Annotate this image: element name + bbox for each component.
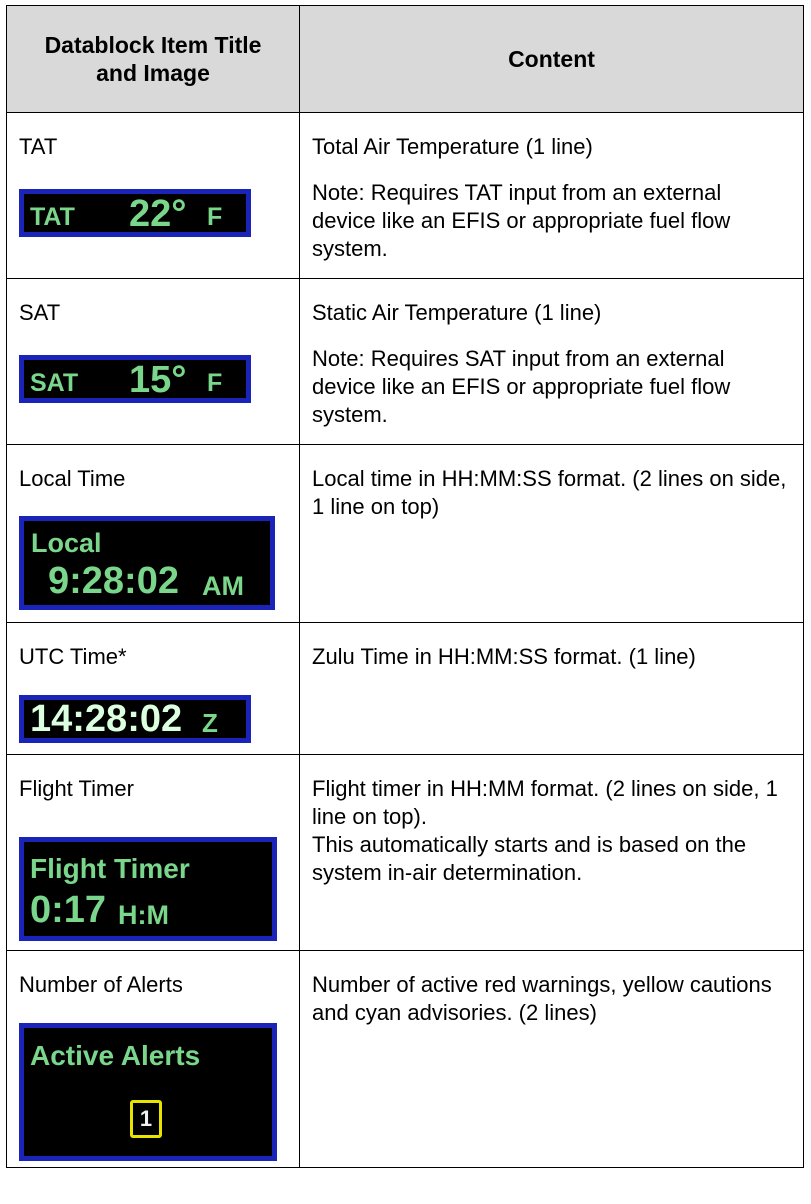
item-cell: Number of Alerts Active Alerts 1 (6, 950, 300, 1168)
item-title: TAT (19, 134, 58, 159)
table-row: Number of Alerts Active Alerts 1 Number … (6, 950, 804, 1168)
content-cell: Local time in HH:MM:SS format. (2 lines … (299, 444, 804, 623)
item-title: UTC Time* (19, 644, 127, 669)
sat-value: 15° (129, 359, 187, 401)
item-content: Number of active red warnings, yellow ca… (312, 972, 772, 1025)
item-cell: Local Time Local 9:28:02 AM (6, 444, 300, 623)
local-unit: AM (202, 571, 244, 601)
sat-display: SAT 15° F (19, 355, 251, 403)
datablock-table: Datablock Item Title and Image Content T… (6, 5, 804, 1168)
item-note: Note: Requires SAT input from an externa… (312, 346, 731, 427)
header-row: Datablock Item Title and Image Content (6, 5, 804, 113)
tat-display: TAT 22° F (19, 189, 251, 237)
item-title: Local Time (19, 466, 126, 491)
alert-count: 1 (139, 1106, 153, 1131)
utc-value: 14:28:02 (30, 698, 183, 740)
content-cell: Total Air Temperature (1 line) Note: Req… (299, 112, 804, 279)
table-row: Local Time Local 9:28:02 AM Local time i… (6, 444, 804, 623)
table-row: TAT TAT 22° F Total Air Temperature (1 l… (6, 112, 804, 279)
alert-count-badge: 1 (130, 1100, 162, 1138)
local-time-display: Local 9:28:02 AM (19, 516, 275, 610)
table-row: UTC Time* 14:28:02 Z Zulu Time in HH:MM:… (6, 622, 804, 755)
tat-unit: F (207, 203, 223, 231)
item-content: Total Air Temperature (1 line) (312, 134, 593, 159)
flight-timer-value: 0:17 (30, 889, 107, 931)
header-title-image: Datablock Item Title and Image (6, 5, 300, 113)
item-cell: TAT TAT 22° F (6, 112, 300, 279)
item-title: Number of Alerts (19, 972, 183, 997)
content-cell: Zulu Time in HH:MM:SS format. (1 line) (299, 622, 804, 755)
content-cell: Flight timer in HH:MM format. (2 lines o… (299, 754, 804, 951)
flight-timer-unit: H:M (118, 900, 169, 930)
item-title: SAT (19, 300, 61, 325)
content-cell: Static Air Temperature (1 line) Note: Re… (299, 278, 804, 445)
tat-label: TAT (30, 203, 75, 231)
flight-timer-label: Flight Timer (30, 853, 190, 884)
sat-unit: F (207, 369, 223, 397)
item-content: Static Air Temperature (1 line) (312, 300, 602, 325)
item-note: Note: Requires TAT input from an externa… (312, 180, 731, 261)
active-alerts-display: Active Alerts 1 (19, 1023, 277, 1161)
active-alerts-label: Active Alerts (30, 1040, 201, 1071)
utc-time-display: 14:28:02 Z (19, 695, 251, 743)
item-content: Zulu Time in HH:MM:SS format. (1 line) (312, 644, 696, 669)
table-row: Flight Timer Flight Timer 0:17 H:M Fligh… (6, 754, 804, 951)
item-cell: UTC Time* 14:28:02 Z (6, 622, 300, 755)
local-label: Local (31, 528, 102, 558)
header-content: Content (299, 5, 804, 113)
item-content-extra: This automatically starts and is based o… (312, 832, 747, 885)
local-value: 9:28:02 (48, 560, 179, 602)
item-content: Flight timer in HH:MM format. (2 lines o… (312, 776, 778, 829)
item-cell: SAT SAT 15° F (6, 278, 300, 445)
item-title: Flight Timer (19, 776, 134, 801)
flight-timer-display: Flight Timer 0:17 H:M (19, 837, 277, 941)
item-cell: Flight Timer Flight Timer 0:17 H:M (6, 754, 300, 951)
utc-unit: Z (202, 708, 218, 738)
table-row: SAT SAT 15° F Static Air Temperature (1 … (6, 278, 804, 445)
tat-value: 22° (129, 193, 187, 235)
content-cell: Number of active red warnings, yellow ca… (299, 950, 804, 1168)
item-content: Local time in HH:MM:SS format. (2 lines … (312, 466, 787, 519)
sat-label: SAT (30, 369, 79, 397)
